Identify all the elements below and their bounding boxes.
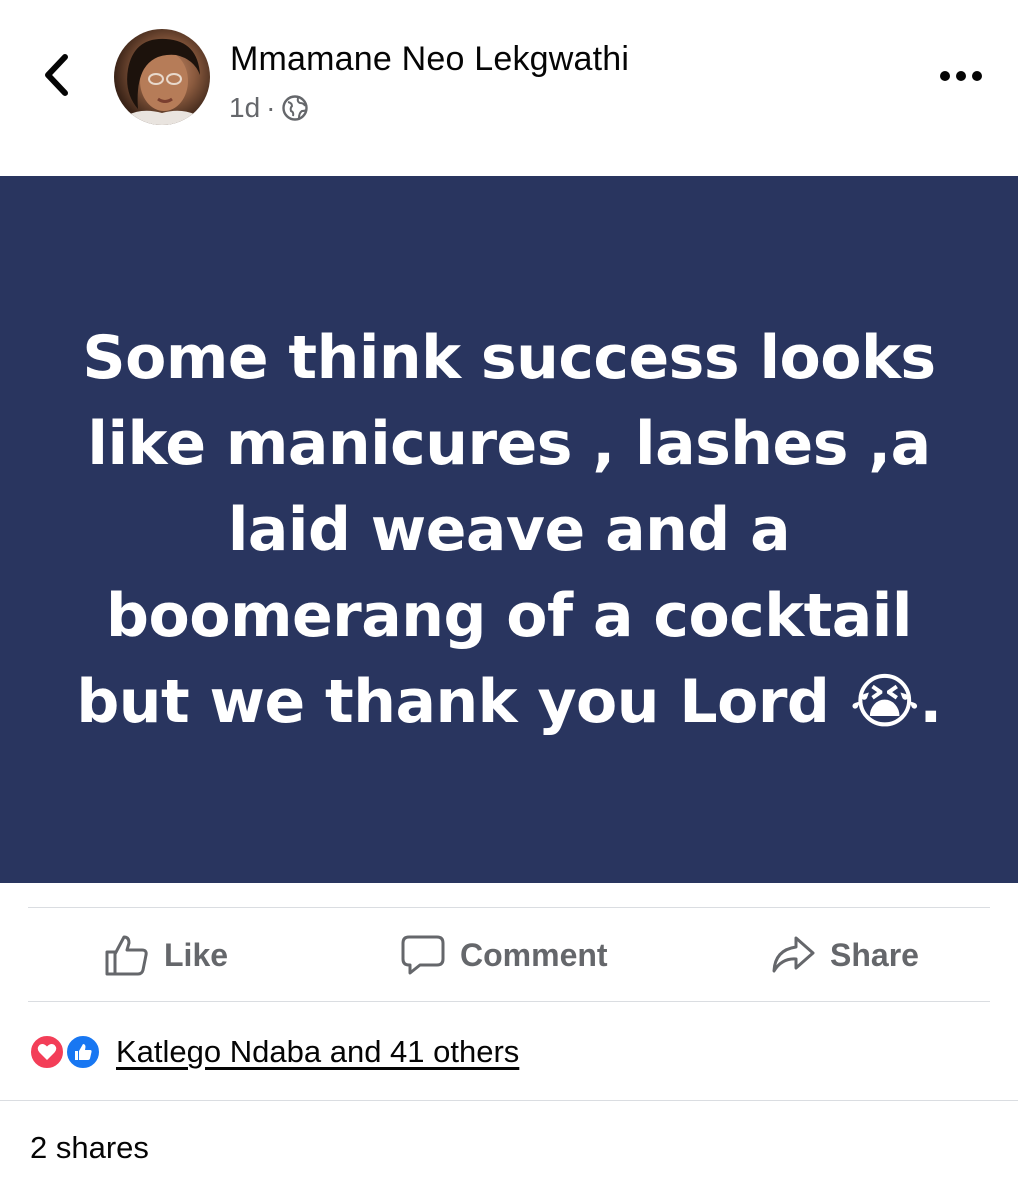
like-button[interactable]: Like [104,908,228,1002]
post-header: Mmamane Neo Lekgwathi 1d · [0,0,1018,176]
author-name[interactable]: Mmamane Neo Lekgwathi [230,40,629,79]
reactors-link[interactable]: Katlego Ndaba and 41 others [116,1034,519,1070]
avatar-photo [114,38,210,125]
reaction-icons [28,1032,108,1072]
more-dots-icon [940,71,982,81]
love-reaction-icon [28,1033,66,1071]
comment-bubble-icon [401,935,445,975]
facebook-post-view: Mmamane Neo Lekgwathi 1d · Some think su… [0,0,1018,1200]
comment-button[interactable]: Comment [400,908,608,1002]
shares-count[interactable]: 2 shares [30,1130,149,1166]
more-options-button[interactable] [936,58,986,94]
post-text: Some think success looks like manicures … [76,322,942,737]
globe-icon [282,95,309,121]
chevron-left-icon [45,54,68,96]
like-label: Like [164,936,229,973]
post-meta: 1d · [229,90,309,126]
like-reaction-icon [64,1033,102,1071]
avatar[interactable] [114,29,210,125]
share-label: Share [830,936,919,973]
post-timestamp[interactable]: 1d [229,92,260,124]
meta-separator: · [266,92,276,123]
reactions-summary[interactable]: Katlego Ndaba and 41 others [28,1030,519,1074]
divider-middle [28,1001,990,1002]
back-button[interactable] [34,50,78,100]
share-arrow-icon [772,936,815,973]
comment-label: Comment [460,936,608,973]
share-button[interactable]: Share [770,908,919,1002]
post-text-card: Some think success looks like manicures … [0,176,1018,883]
thumbs-up-icon [105,935,148,976]
action-bar: Like Comment Share [0,908,1018,1002]
divider-bottom [0,1100,1018,1101]
